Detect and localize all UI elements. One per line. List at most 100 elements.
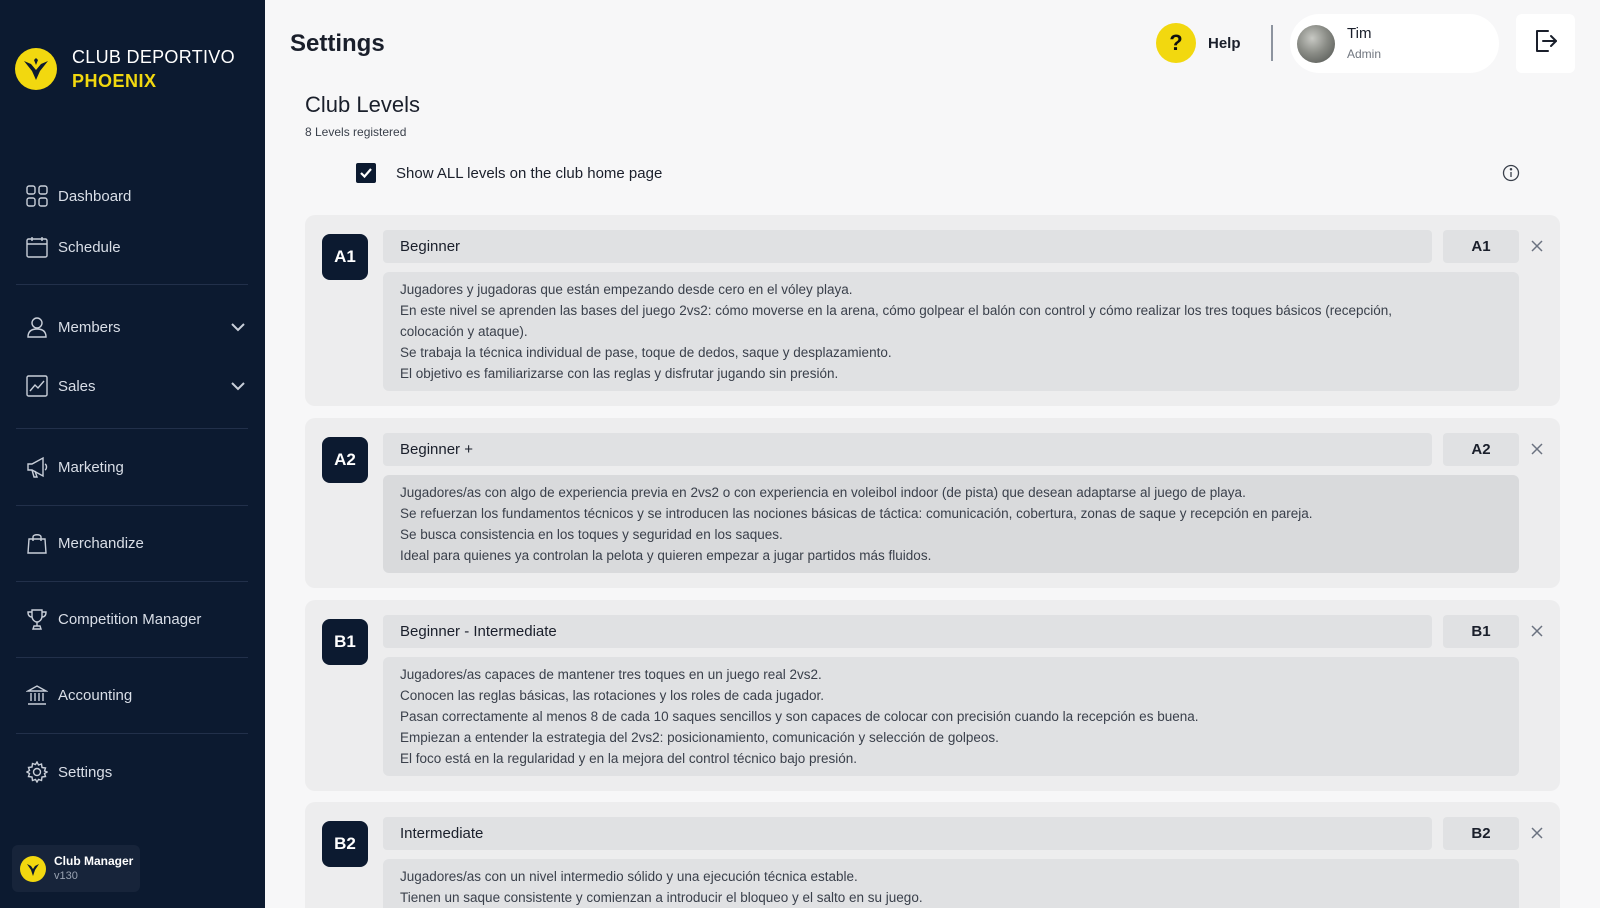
bank-icon xyxy=(26,684,48,706)
sidebar-item-label: Accounting xyxy=(58,686,133,704)
description-line: Se busca consistencia en los toques y se… xyxy=(400,527,783,542)
sidebar-item-label: Marketing xyxy=(58,458,124,476)
level-code-field[interactable]: A1 xyxy=(1443,230,1519,263)
description-line: En este nivel se aprenden las bases del … xyxy=(400,303,1393,318)
level-description-field[interactable]: Jugadores/as con un nivel intermedio sól… xyxy=(383,859,1519,908)
close-icon[interactable] xyxy=(1528,237,1546,255)
sidebar-item-competition-manager[interactable]: Competition Manager xyxy=(26,602,252,636)
user-name: Tim xyxy=(1347,24,1372,42)
sidebar-item-marketing[interactable]: Marketing xyxy=(26,450,252,484)
user-menu[interactable]: Tim Admin xyxy=(1290,14,1499,73)
brand[interactable]: CLUB DEPORTIVO PHOENIX xyxy=(15,45,235,93)
question-mark-icon: ? xyxy=(1156,23,1196,63)
level-badge: A1 xyxy=(322,234,368,280)
page-title: Settings xyxy=(290,30,385,57)
level-badge: A2 xyxy=(322,437,368,483)
show-all-label: Show ALL levels on the club home page xyxy=(396,164,663,182)
description-line: Se refuerzan los fundamentos técnicos y … xyxy=(400,506,1313,521)
sidebar-item-merchandize[interactable]: Merchandize xyxy=(26,526,252,560)
level-name-field[interactable]: Beginner xyxy=(383,230,1432,263)
info-icon[interactable] xyxy=(1502,164,1520,182)
sidebar-item-label: Merchandize xyxy=(58,534,144,552)
description-line: El objetivo es familiarizarse con las re… xyxy=(400,366,839,381)
help-button[interactable]: ? Help xyxy=(1156,23,1241,63)
show-all-levels-toggle[interactable]: Show ALL levels on the club home page xyxy=(356,163,662,183)
logout-button[interactable] xyxy=(1516,14,1575,73)
dashboard-grid-icon xyxy=(26,185,48,207)
brand-name-line2: PHOENIX xyxy=(72,71,157,91)
description-line: Jugadores/as con un nivel intermedio sól… xyxy=(400,869,858,884)
user-role: Admin xyxy=(1347,46,1382,61)
level-name-field[interactable]: Beginner - Intermediate xyxy=(383,615,1432,648)
help-label: Help xyxy=(1208,34,1241,52)
level-card: B1 Beginner - Intermediate B1 Jugadores/… xyxy=(305,600,1560,791)
shopping-bag-icon xyxy=(26,532,48,554)
description-line: Conocen las reglas básicas, las rotacion… xyxy=(400,688,824,703)
level-card: B2 Intermediate B2 Jugadores/as con un n… xyxy=(305,802,1560,908)
close-icon[interactable] xyxy=(1528,824,1546,842)
sidebar-item-schedule[interactable]: Schedule xyxy=(26,230,252,264)
description-line: Ideal para quienes ya controlan la pelot… xyxy=(400,548,932,563)
level-name-field[interactable]: Beginner + xyxy=(383,433,1432,466)
level-description-field[interactable]: Jugadores y jugadoras que están empezand… xyxy=(383,272,1519,391)
calendar-icon xyxy=(26,236,48,258)
user-icon xyxy=(26,316,48,338)
level-badge: B2 xyxy=(322,821,368,867)
description-line: Empiezan a entender la estrategia del 2v… xyxy=(400,730,999,745)
sidebar-item-label: Competition Manager xyxy=(58,610,202,628)
sidebar-divider xyxy=(16,284,248,285)
description-line: Se trabaja la técnica individual de pase… xyxy=(400,345,892,360)
show-all-checkbox[interactable] xyxy=(356,163,376,183)
level-code-field[interactable]: B2 xyxy=(1443,817,1519,850)
sidebar-item-members[interactable]: Members xyxy=(26,310,252,344)
chevron-down-icon[interactable] xyxy=(230,378,246,394)
level-name-field[interactable]: Intermediate xyxy=(383,817,1432,850)
levels-count: 8 Levels registered xyxy=(305,125,407,139)
level-code-field[interactable]: A2 xyxy=(1443,433,1519,466)
level-badge: B1 xyxy=(322,619,368,665)
sidebar-divider xyxy=(16,505,248,506)
trophy-icon xyxy=(26,608,48,630)
level-card: A2 Beginner + A2 Jugadores/as con algo d… xyxy=(305,418,1560,588)
sidebar-item-label: Sales xyxy=(58,377,96,395)
level-description-field[interactable]: Jugadores/as con algo de experiencia pre… xyxy=(383,475,1519,573)
sidebar-item-label: Dashboard xyxy=(58,187,132,205)
megaphone-icon xyxy=(26,456,48,478)
logout-icon xyxy=(1533,28,1559,59)
brand-name-line1: CLUB DEPORTIVO xyxy=(72,47,235,67)
sidebar-divider xyxy=(16,733,248,734)
description-line: El foco está en la regularidad y en la m… xyxy=(400,751,858,766)
sidebar-divider xyxy=(16,428,248,429)
description-line: Jugadores/as con algo de experiencia pre… xyxy=(400,485,1246,500)
sidebar-divider xyxy=(16,657,248,658)
description-line: colocación y ataque). xyxy=(400,324,528,339)
avatar xyxy=(1297,24,1335,63)
header-divider xyxy=(1271,25,1273,61)
chevron-down-icon[interactable] xyxy=(230,319,246,335)
sidebar-item-dashboard[interactable]: Dashboard xyxy=(26,179,252,213)
club-manager-logo-icon xyxy=(20,855,46,882)
level-code-field[interactable]: B1 xyxy=(1443,615,1519,648)
app-version-badge: Club Manager v130 xyxy=(12,845,140,892)
chart-line-icon xyxy=(26,375,48,397)
close-icon[interactable] xyxy=(1528,622,1546,640)
description-line: Pasan correctamente al menos 8 de cada 1… xyxy=(400,709,1199,724)
sidebar-item-accounting[interactable]: Accounting xyxy=(26,678,252,712)
sidebar-item-sales[interactable]: Sales xyxy=(26,369,252,403)
app-version: v130 xyxy=(54,869,78,882)
sidebar-item-label: Schedule xyxy=(58,238,121,256)
app-name: Club Manager xyxy=(54,853,134,868)
sidebar-item-label: Members xyxy=(58,318,121,336)
sidebar-item-label: Settings xyxy=(58,763,113,781)
level-description-field[interactable]: Jugadores/as capaces de mantener tres to… xyxy=(383,657,1519,776)
description-line: Jugadores/as capaces de mantener tres to… xyxy=(400,667,822,682)
description-line: Tienen un saque consistente y comienzan … xyxy=(400,890,923,905)
description-line: Jugadores y jugadoras que están empezand… xyxy=(400,282,853,297)
phoenix-logo-icon xyxy=(15,48,57,90)
level-card: A1 Beginner A1 Jugadores y jugadoras que… xyxy=(305,215,1560,406)
sidebar-item-settings[interactable]: Settings xyxy=(26,755,252,789)
section-title: Club Levels xyxy=(305,92,420,117)
sidebar-divider xyxy=(16,581,248,582)
close-icon[interactable] xyxy=(1528,440,1546,458)
gear-icon xyxy=(26,761,48,783)
